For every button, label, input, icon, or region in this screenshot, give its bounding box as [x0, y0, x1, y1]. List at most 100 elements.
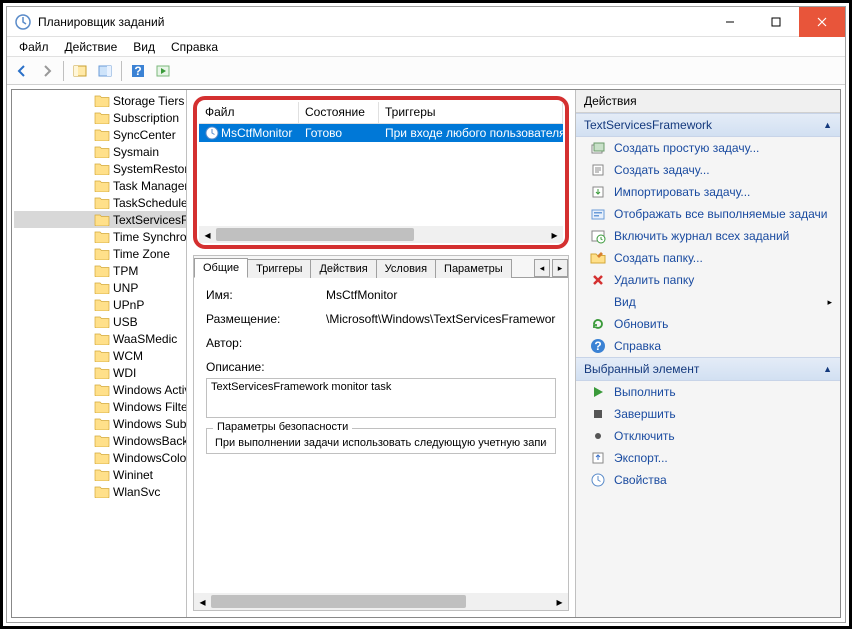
tree-item[interactable]: Windows Activation — [14, 381, 186, 398]
scroll-left-icon[interactable]: ◂ — [199, 226, 216, 243]
svg-text:?: ? — [594, 339, 601, 353]
tree-item[interactable]: Time Zone — [14, 245, 186, 262]
close-button[interactable] — [799, 7, 845, 37]
tree-item[interactable]: Windows Filtering — [14, 398, 186, 415]
menu-file[interactable]: Файл — [11, 38, 57, 56]
toolbar-separator — [63, 61, 64, 81]
column-state[interactable]: Состояние — [299, 102, 379, 124]
maximize-button[interactable] — [753, 7, 799, 37]
tree-item-label: Windows Subsystem — [113, 417, 186, 431]
run-button[interactable] — [152, 60, 174, 82]
toolbar: ? — [7, 57, 845, 85]
tree-item[interactable]: WindowsBackup — [14, 432, 186, 449]
label-location: Размещение: — [206, 312, 326, 326]
tree-item[interactable]: UPnP — [14, 296, 186, 313]
menu-help[interactable]: Справка — [163, 38, 226, 56]
tree-item-label: TextServicesFramework — [113, 213, 186, 227]
action-label: Импортировать задачу... — [614, 185, 750, 199]
tree-item[interactable]: WindowsColor — [14, 449, 186, 466]
tree-item[interactable]: WDI — [14, 364, 186, 381]
action-item[interactable]: Завершить — [576, 403, 840, 425]
svg-text:?: ? — [134, 64, 141, 78]
tab-actions[interactable]: Действия — [310, 259, 376, 278]
tree-item[interactable]: USB — [14, 313, 186, 330]
tree-item-label: Windows Activation — [113, 383, 186, 397]
action-item[interactable]: Включить журнал всех заданий — [576, 225, 840, 247]
tree-item-label: UNP — [113, 281, 138, 295]
minimize-button[interactable] — [707, 7, 753, 37]
action-item[interactable]: Импортировать задачу... — [576, 181, 840, 203]
column-triggers[interactable]: Триггеры — [379, 102, 563, 124]
action-item[interactable]: Создать простую задачу... — [576, 137, 840, 159]
horizontal-scrollbar[interactable]: ◂ ▸ — [194, 593, 568, 610]
tree-item[interactable]: WlanSvc — [14, 483, 186, 500]
help-button[interactable]: ? — [127, 60, 149, 82]
tree-item[interactable]: Storage Tiers — [14, 92, 186, 109]
action-item[interactable]: Создать задачу... — [576, 159, 840, 181]
scroll-right-icon[interactable]: ▸ — [551, 593, 568, 610]
tree-item-label: Time Synchronization — [113, 230, 186, 244]
menu-view[interactable]: Вид — [125, 38, 163, 56]
action-icon — [590, 250, 606, 266]
action-icon — [590, 184, 606, 200]
tree-item[interactable]: TextServicesFramework — [14, 211, 186, 228]
tree-item[interactable]: WCM — [14, 347, 186, 364]
scroll-right-icon[interactable]: ▸ — [546, 226, 563, 243]
tab-triggers[interactable]: Триггеры — [247, 259, 311, 278]
show-hide-actions-button[interactable] — [94, 60, 116, 82]
column-file[interactable]: Файл — [199, 102, 299, 124]
action-label: Отображать все выполняемые задачи — [614, 207, 828, 221]
tree-item[interactable]: Time Synchronization — [14, 228, 186, 245]
action-item[interactable]: Обновить — [576, 313, 840, 335]
tree-item-label: Windows Filtering — [113, 400, 186, 414]
tree-item[interactable]: Wininet — [14, 466, 186, 483]
tree-item[interactable]: TaskScheduler — [14, 194, 186, 211]
horizontal-scrollbar[interactable]: ◂ ▸ — [199, 226, 563, 243]
tree-item[interactable]: TPM — [14, 262, 186, 279]
action-label: Создать простую задачу... — [614, 141, 759, 155]
tree-item-label: TaskScheduler — [113, 196, 186, 210]
chevron-up-icon: ▲ — [823, 364, 832, 374]
tab-general[interactable]: Общие — [194, 258, 248, 278]
task-list-header: Файл Состояние Триггеры — [199, 102, 563, 124]
forward-button[interactable] — [36, 60, 58, 82]
action-item[interactable]: Экспорт... — [576, 447, 840, 469]
action-icon — [590, 384, 606, 400]
action-item[interactable]: Отображать все выполняемые задачи — [576, 203, 840, 225]
back-button[interactable] — [11, 60, 33, 82]
show-hide-tree-button[interactable] — [69, 60, 91, 82]
tree-item-label: SystemRestore — [113, 162, 186, 176]
tree-item-label: WaaSMedic — [113, 332, 177, 346]
tree-item[interactable]: UNP — [14, 279, 186, 296]
tab-settings[interactable]: Параметры — [435, 259, 512, 278]
actions-section-folder[interactable]: TextServicesFramework▲ — [576, 113, 840, 137]
window-title: Планировщик заданий — [38, 15, 707, 29]
tree-item[interactable]: WaaSMedic — [14, 330, 186, 347]
tab-scroll-right[interactable]: ▸ — [552, 259, 568, 277]
tree-item[interactable]: Windows Subsystem — [14, 415, 186, 432]
menu-action[interactable]: Действие — [57, 38, 126, 56]
action-item[interactable]: Выполнить — [576, 381, 840, 403]
tree-item[interactable]: SyncCenter — [14, 126, 186, 143]
actions-title: Действия — [576, 90, 840, 113]
tree-item-label: Storage Tiers — [113, 94, 184, 108]
tree-item[interactable]: SystemRestore — [14, 160, 186, 177]
action-item[interactable]: Вид▸ — [576, 291, 840, 313]
action-item[interactable]: Создать папку... — [576, 247, 840, 269]
tree-item[interactable]: Task Manager — [14, 177, 186, 194]
tree-item[interactable]: Sysmain — [14, 143, 186, 160]
value-description: TextServicesFramework monitor task — [206, 378, 556, 418]
chevron-right-icon: ▸ — [827, 297, 832, 308]
action-icon — [590, 406, 606, 422]
tree-item[interactable]: Subscription — [14, 109, 186, 126]
action-icon — [590, 450, 606, 466]
action-item[interactable]: Отключить — [576, 425, 840, 447]
actions-section-selected[interactable]: Выбранный элемент▲ — [576, 357, 840, 381]
action-item[interactable]: Свойства — [576, 469, 840, 491]
action-item[interactable]: Удалить папку — [576, 269, 840, 291]
action-item[interactable]: ?Справка — [576, 335, 840, 357]
scroll-left-icon[interactable]: ◂ — [194, 593, 211, 610]
tab-scroll-left[interactable]: ◂ — [534, 259, 550, 277]
task-row[interactable]: MsCtfMonitor Готово При входе любого пол… — [199, 124, 563, 142]
tab-conditions[interactable]: Условия — [376, 259, 436, 278]
